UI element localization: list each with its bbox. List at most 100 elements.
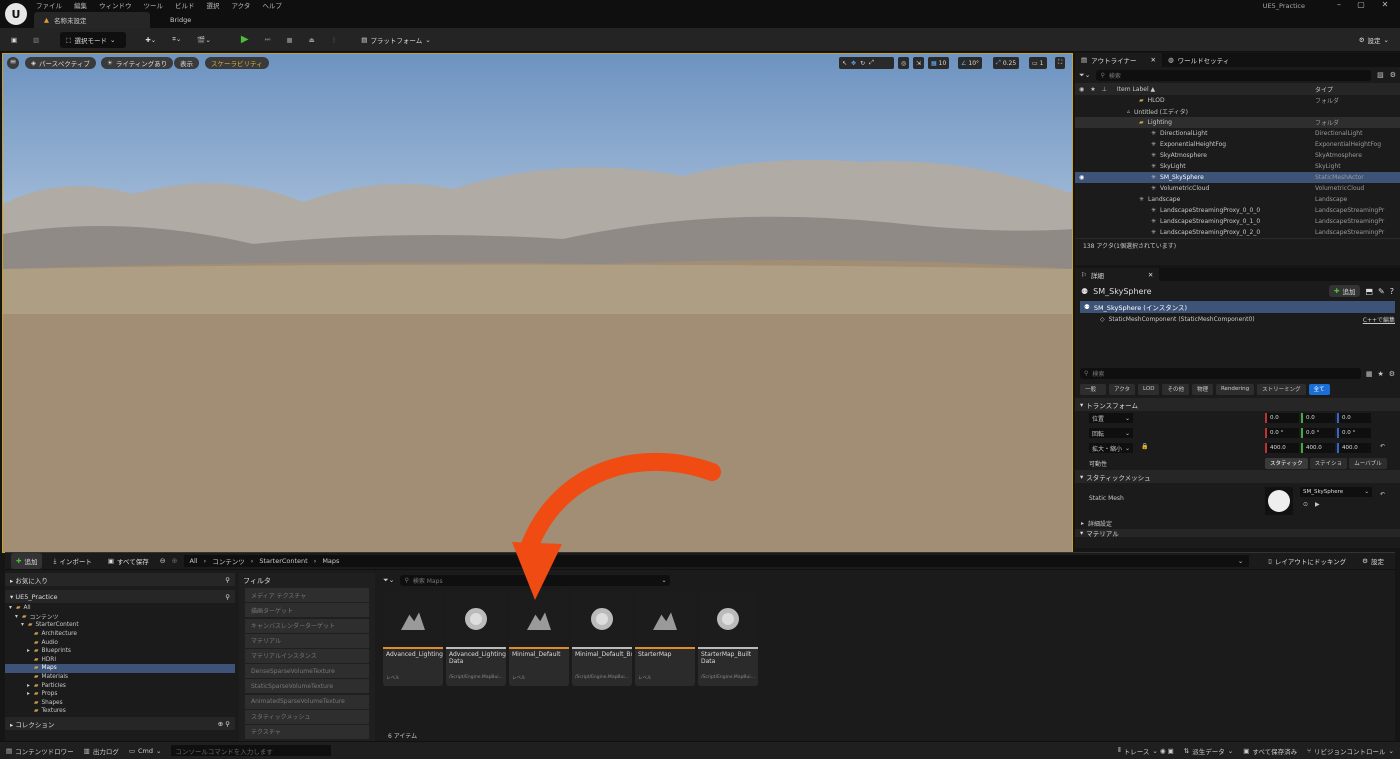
outliner-row[interactable]: ✳ SkyAtmosphere SkyAtmosphere (1075, 150, 1400, 161)
filter-item[interactable]: マテリアル (245, 633, 369, 648)
menu-item[interactable]: アクタ (232, 0, 251, 10)
grid-view-icon[interactable]: ▦ (1366, 370, 1373, 378)
folder-item[interactable]: ▰ Materials (5, 673, 235, 682)
level-tab[interactable]: ▲ 名称未設定 (34, 12, 150, 28)
star-icon[interactable]: ★ (1090, 86, 1095, 93)
edit-cpp-link[interactable]: C++で編集 (1363, 315, 1395, 324)
outliner-search-input[interactable]: ⚲ 検索 (1096, 69, 1372, 81)
blueprint-icon[interactable]: ⬒ (1365, 287, 1373, 296)
show-button[interactable]: 表示 (174, 57, 199, 69)
transform-mode-select[interactable]: 回転 ⌄ (1089, 428, 1133, 438)
folder-item[interactable]: ▰ Shapes (5, 699, 235, 708)
outliner-row[interactable]: ✳ SkyLight SkyLight (1075, 161, 1400, 172)
import-button[interactable]: ⤓ インポート (48, 553, 96, 569)
eject-icon[interactable]: ⏏ (304, 32, 320, 48)
folder-item[interactable]: ▸ ▰ Blueprints (5, 647, 235, 656)
settings-icon[interactable]: ⚙ (1390, 71, 1396, 79)
static-mesh-section[interactable]: ▾ スタティックメッシュ (1075, 470, 1400, 483)
move-icon[interactable]: ✥ (851, 60, 856, 67)
details-filter-tab[interactable]: アクタ (1109, 383, 1136, 395)
grid-snap[interactable]: ▦ 10 (928, 57, 950, 69)
movable-option[interactable]: ムーバブル (1349, 457, 1387, 469)
save-status[interactable]: ▣ すべて保存済み (1243, 746, 1297, 756)
details-filter-tab[interactable]: その他 (1162, 383, 1189, 395)
filter-item[interactable]: AnimatedSparseVolumeTexture (245, 694, 369, 709)
blueprint-button[interactable]: ⌗⌄ (167, 32, 186, 48)
type-column[interactable]: タイプ (1315, 85, 1333, 94)
filter-item[interactable]: StaticSparseVolumeTexture (245, 679, 369, 694)
add-button[interactable]: ✚ 追加 (11, 553, 43, 569)
folder-item[interactable]: ▾ ▰ コンテンツ (5, 613, 235, 622)
settings-icon[interactable]: ⚙ (1389, 370, 1395, 378)
menu-item[interactable]: ビルド (175, 0, 195, 10)
breadcrumb-item[interactable]: All (190, 557, 198, 565)
use-selected-icon[interactable]: ▶ (1315, 501, 1320, 508)
add-component-button[interactable]: ✚ 追加 (1329, 285, 1361, 297)
world-space-icon[interactable]: ◎ (898, 57, 910, 69)
transform-value-input[interactable]: 0.0 (1337, 413, 1371, 423)
search-icon[interactable]: ⚲ (225, 576, 230, 584)
asset-tile[interactable]: Advanced_Lighting_Built Data/Script/Engi… (446, 591, 506, 686)
minimize-button[interactable]: – (1328, 0, 1350, 10)
outliner-row[interactable]: ✳ VolumetricCloud VolumetricCloud (1075, 183, 1400, 194)
cinematics-button[interactable]: 🎬⌄ (192, 32, 216, 48)
output-log-button[interactable]: ▥ 出力ログ (84, 746, 119, 756)
transform-value-input[interactable]: 400.0 (1265, 443, 1299, 453)
dock-layout-button[interactable]: ▯ レイアウトにドッキング (1263, 553, 1351, 569)
breadcrumb-item[interactable]: コンテンツ (212, 556, 245, 566)
save-all-button[interactable]: ▣ すべて保存 (103, 553, 154, 569)
reset-icon[interactable]: ↶ (1380, 443, 1385, 450)
menu-item[interactable]: ツール (144, 0, 164, 10)
lighting-button[interactable]: ☀ ライティングあり (101, 57, 174, 69)
favorites-section[interactable]: ▸ お気に入り ⚲ (5, 573, 235, 586)
mesh-thumbnail[interactable] (1265, 487, 1293, 515)
details-search-input[interactable]: ⚲ 検索 (1080, 368, 1361, 379)
transform-value-input[interactable]: 0.0 ° (1265, 428, 1299, 438)
transform-value-input[interactable]: 400.0 (1301, 443, 1335, 453)
trace-button[interactable]: ⦀ トレース ⌄ ◉ ▣ (1118, 746, 1174, 756)
asset-tile[interactable]: Advanced_Lighting レベル (383, 591, 443, 686)
more-options-icon[interactable]: ⋮ (326, 32, 343, 48)
details-filter-tab[interactable]: LOD (1138, 383, 1160, 395)
breadcrumb-item[interactable]: StarterContent (259, 557, 307, 565)
static-option[interactable]: スタティック (1265, 457, 1308, 469)
maximize-viewport-icon[interactable]: ⛶ (1055, 57, 1066, 69)
transform-value-input[interactable]: 0.0 ° (1337, 428, 1371, 438)
outliner-tab[interactable]: ▤ アウトライナー ✕ (1075, 53, 1162, 67)
material-section[interactable]: ▾ マテリアル (1075, 529, 1400, 537)
viewport-menu-icon[interactable]: ≡ (7, 57, 19, 69)
settings-button[interactable]: ⚙ 設定 ⌄ (1354, 32, 1394, 48)
camera-speed[interactable]: ▭ 1 (1029, 57, 1047, 69)
play-button[interactable]: ▶ (236, 32, 254, 48)
project-section[interactable]: ▾ UE5_Practice ⚲ (5, 590, 235, 603)
filter-item[interactable]: キャンバスレンダーターゲット (245, 618, 369, 633)
step-icon[interactable]: ⏭ (260, 32, 276, 48)
breadcrumb-item[interactable]: Maps (322, 557, 339, 565)
maximize-button[interactable]: ▢ (1350, 0, 1372, 10)
bridge-tab[interactable]: Bridge (160, 12, 201, 28)
close-icon[interactable]: ✕ (1148, 271, 1153, 279)
outliner-row[interactable]: ✳ DirectionalLight DirectionalLight (1075, 128, 1400, 139)
details-filter-tab[interactable]: ストリーミング (1257, 383, 1306, 395)
details-tab[interactable]: ⚐ 詳細 ✕ (1075, 267, 1160, 282)
chevron-down-icon[interactable]: ⌄ (1238, 557, 1243, 565)
content-icon[interactable]: ▥ (28, 32, 44, 48)
transform-value-input[interactable]: 0.0 (1301, 413, 1335, 423)
content-drawer-button[interactable]: ▤ コンテンツドロワー (6, 746, 74, 756)
folder-item[interactable]: ▰ Audio (5, 638, 235, 647)
folder-item[interactable]: ▰ HDRI (5, 656, 235, 665)
transform-mode-select[interactable]: 位置 ⌄ (1089, 413, 1133, 423)
menu-item[interactable]: 選択 (207, 0, 220, 10)
angle-snap[interactable]: ∠ 10° (958, 57, 983, 69)
search-icon[interactable]: ⚲ (225, 720, 230, 728)
back-icon[interactable]: ⊖ (160, 557, 166, 565)
transform-mode-select[interactable]: 拡大・縮小 ⌄ (1089, 443, 1133, 453)
filter-icon[interactable]: ⏷⌄ (383, 576, 394, 585)
close-icon[interactable]: ✕ (1151, 56, 1156, 64)
add-folder-icon[interactable]: ▨ (1377, 71, 1384, 79)
folder-item[interactable]: ▰ Maps (5, 664, 235, 673)
pin-icon[interactable]: ⊥ (1102, 86, 1107, 93)
select-icon[interactable]: ↖ (842, 60, 847, 67)
unreal-logo-icon[interactable]: U (5, 3, 27, 25)
details-filter-tab[interactable]: Rendering (1215, 383, 1255, 395)
